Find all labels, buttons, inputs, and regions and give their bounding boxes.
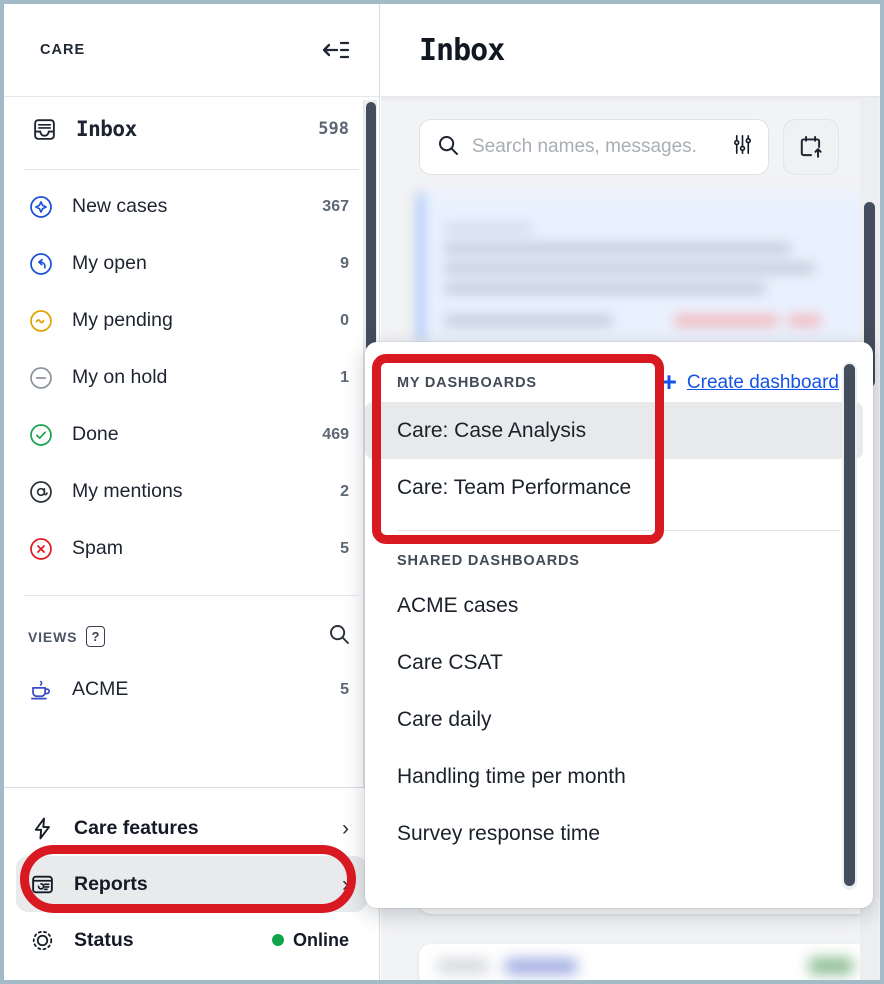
sidebar-item-label: My open <box>62 252 340 275</box>
lightning-bolt-icon <box>30 816 64 841</box>
tilde-circle-icon <box>28 308 62 334</box>
sidebar-item-label: New cases <box>62 195 322 218</box>
my-dashboards-header: MY DASHBOARDS + Create dashboard <box>365 342 873 402</box>
sidebar-item-label: Reports <box>64 873 342 896</box>
sidebar: CARE Inbox 598 <box>4 4 380 980</box>
shared-dashboards-header: SHARED DASHBOARDS <box>365 531 873 577</box>
dropdown-item-label: Care: Case Analysis <box>397 419 586 443</box>
sidebar-item-count: 5 <box>340 681 349 699</box>
main-header: Inbox <box>381 4 880 97</box>
status-value: Online <box>293 930 349 951</box>
sidebar-item-my-on-hold[interactable]: My on hold 1 <box>4 349 379 406</box>
dropdown-item-care-team-performance[interactable]: Care: Team Performance <box>365 459 863 516</box>
dropdown-item-acme-cases[interactable]: ACME cases <box>365 577 863 634</box>
sidebar-item-my-mentions[interactable]: My mentions 2 <box>4 463 379 520</box>
search-toolbar: Search names, messages. <box>381 97 880 175</box>
sidebar-item-count: 2 <box>340 483 349 501</box>
sidebar-nav: Inbox 598 New cases 367 <box>4 97 379 718</box>
dropdown-item-label: ACME cases <box>397 594 518 618</box>
dropdown-item-care-case-analysis[interactable]: Care: Case Analysis <box>365 402 863 459</box>
sidebar-item-done[interactable]: Done 469 <box>4 406 379 463</box>
sidebar-item-label: Done <box>62 423 322 446</box>
sidebar-item-count: 367 <box>322 198 349 216</box>
sidebar-item-care-features[interactable]: Care features › <box>16 800 367 856</box>
minus-circle-icon <box>28 365 62 391</box>
dropdown-item-survey-response-time[interactable]: Survey response time <box>365 805 863 862</box>
sidebar-item-label: ACME <box>62 678 340 701</box>
dropdown-item-label: Survey response time <box>397 822 600 846</box>
sidebar-item-count: 1 <box>340 369 349 387</box>
sidebar-item-my-open[interactable]: My open 9 <box>4 235 379 292</box>
divider <box>24 595 359 596</box>
sidebar-item-label: Care features <box>64 817 342 840</box>
sidebar-item-count: 5 <box>340 540 349 558</box>
coffee-cup-icon <box>28 677 62 703</box>
brand-label: CARE <box>40 42 85 58</box>
sidebar-item-label: Status <box>64 929 272 952</box>
sidebar-item-spam[interactable]: Spam 5 <box>4 520 379 577</box>
create-dashboard-button[interactable]: + Create dashboard <box>661 372 839 394</box>
sidebar-footer: Care features › Reports › <box>4 787 379 980</box>
sliders-filter-icon[interactable] <box>731 133 754 161</box>
search-icon <box>436 133 460 162</box>
status-ring-icon <box>30 928 64 953</box>
page-title: Inbox <box>419 33 504 68</box>
check-circle-icon <box>28 422 62 448</box>
dropdown-item-label: Care CSAT <box>397 651 503 675</box>
plus-icon: + <box>661 372 677 394</box>
dropdown-item-label: Handling time per month <box>397 765 626 789</box>
chevron-right-icon: › <box>342 818 349 839</box>
blurred-card-bottom <box>419 944 871 980</box>
chevron-right-icon: › <box>342 874 349 895</box>
question-mark-icon[interactable]: ? <box>86 626 105 647</box>
blurred-message-card <box>419 192 871 342</box>
sidebar-item-count: 0 <box>340 312 349 330</box>
collapse-left-icon[interactable] <box>319 33 353 67</box>
status-badge: Online <box>272 930 349 951</box>
sidebar-item-label: My mentions <box>62 480 340 503</box>
dashboards-dropdown: MY DASHBOARDS + Create dashboard Care: C… <box>365 342 873 908</box>
dropdown-item-handling-time-per-month[interactable]: Handling time per month <box>365 748 863 805</box>
dropdown-item-care-csat[interactable]: Care CSAT <box>365 634 863 691</box>
sidebar-item-label: Spam <box>62 537 340 560</box>
create-dashboard-label: Create dashboard <box>687 372 839 394</box>
dropdown-scrollbar-thumb[interactable] <box>844 364 855 886</box>
sidebar-item-label: My on hold <box>62 366 340 389</box>
sidebar-header: CARE <box>4 4 379 97</box>
sidebar-item-label: My pending <box>62 309 340 332</box>
x-circle-icon <box>28 536 62 562</box>
sidebar-item-label: Inbox <box>66 117 318 141</box>
dropdown-item-label: Care daily <box>397 708 492 732</box>
sidebar-item-inbox[interactable]: Inbox 598 <box>4 97 379 161</box>
shared-dashboards-title: SHARED DASHBOARDS <box>397 553 580 569</box>
inbox-icon <box>32 117 66 142</box>
sidebar-item-my-pending[interactable]: My pending 0 <box>4 292 379 349</box>
sidebar-item-new-cases[interactable]: New cases 367 <box>4 178 379 235</box>
sidebar-item-acme[interactable]: ACME 5 <box>4 661 379 718</box>
sidebar-item-count: 9 <box>340 255 349 273</box>
search-icon[interactable] <box>327 622 351 651</box>
views-label: VIEWS <box>28 629 77 645</box>
reports-dashboard-icon <box>30 872 64 897</box>
sidebar-item-count: 469 <box>322 426 349 444</box>
at-circle-icon <box>28 479 62 505</box>
my-dashboards-title: MY DASHBOARDS <box>397 375 537 391</box>
sidebar-item-count: 598 <box>318 119 349 139</box>
dropdown-scrollbar[interactable] <box>842 362 857 890</box>
dropdown-item-care-daily[interactable]: Care daily <box>365 691 863 748</box>
divider <box>24 169 359 170</box>
sparkle-circle-icon <box>28 194 62 220</box>
views-header: VIEWS ? <box>4 604 379 661</box>
sidebar-item-reports[interactable]: Reports › <box>16 856 367 912</box>
app-window: CARE Inbox 598 <box>0 0 884 984</box>
sidebar-item-status[interactable]: Status Online <box>16 912 367 968</box>
online-dot-icon <box>272 934 284 946</box>
search-placeholder: Search names, messages. <box>472 136 719 158</box>
calendar-upload-icon[interactable] <box>783 119 839 175</box>
dropdown-item-label: Care: Team Performance <box>397 476 631 500</box>
search-input[interactable]: Search names, messages. <box>419 119 769 175</box>
reply-circle-icon <box>28 251 62 277</box>
